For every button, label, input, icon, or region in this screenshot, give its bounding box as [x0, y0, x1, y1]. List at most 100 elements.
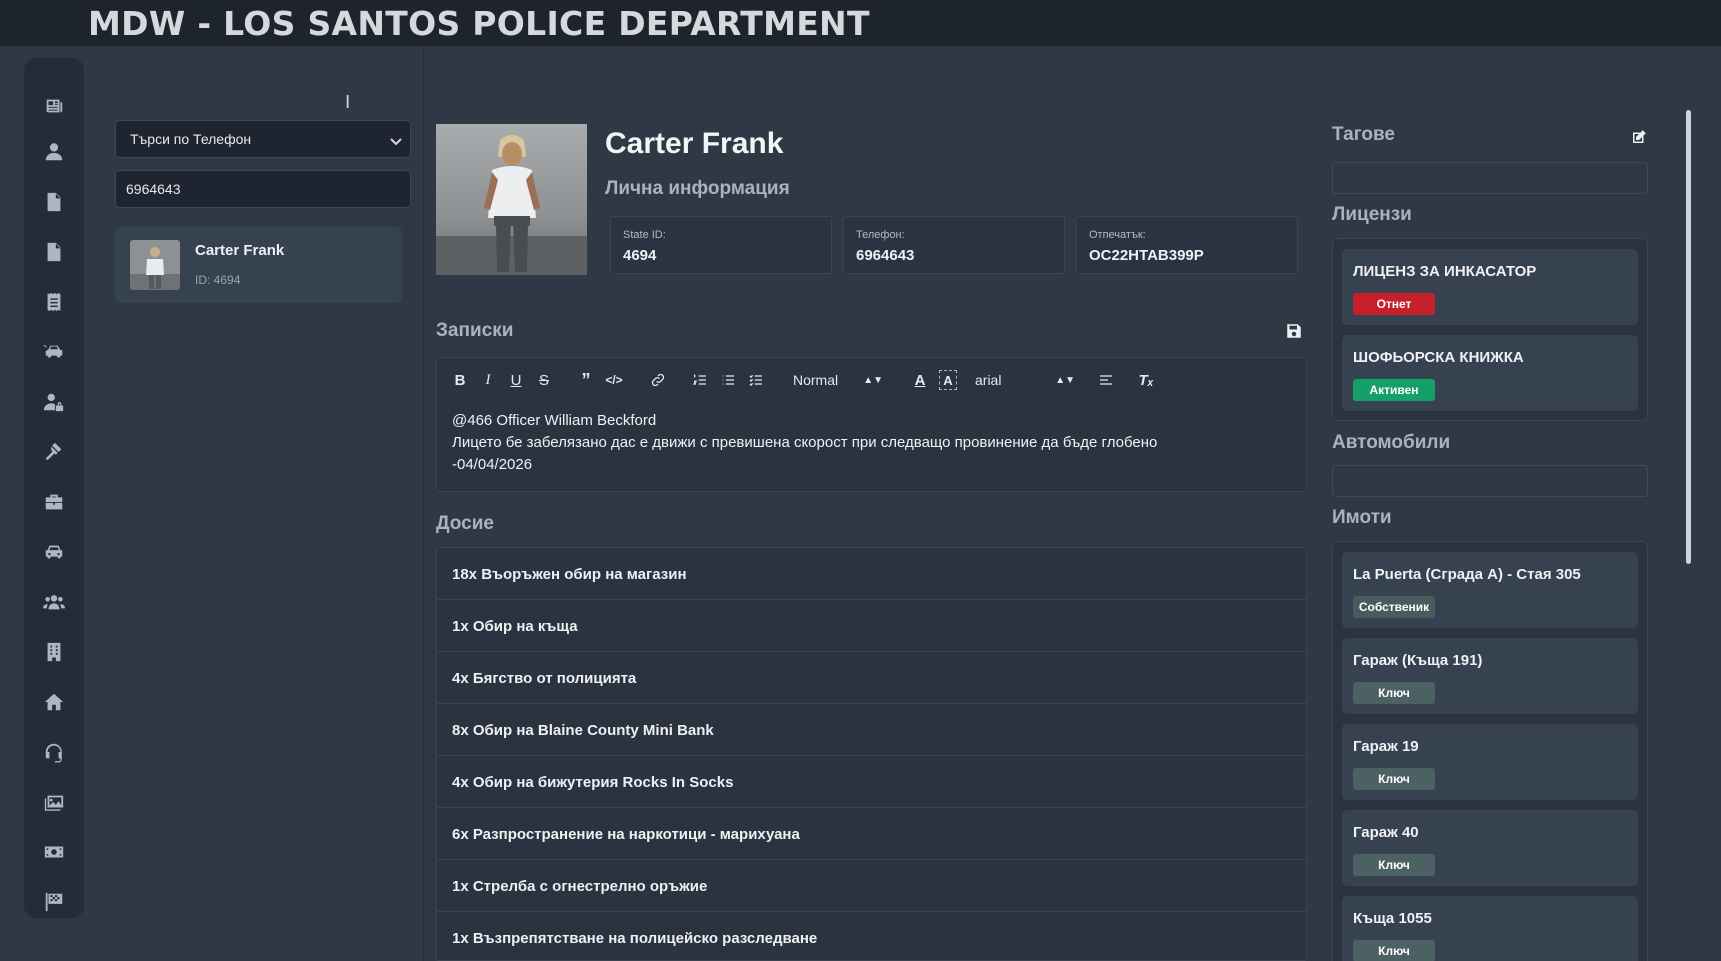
- dossier-item[interactable]: 8x Обир на Blaine County Mini Bank: [437, 704, 1306, 756]
- license-name: ЛИЦЕНЗ ЗА ИНКАСАТОР: [1353, 263, 1537, 280]
- file-alt-icon: [47, 242, 61, 262]
- profile-photo: [436, 124, 587, 275]
- vehicles-title: Автомобили: [1332, 432, 1451, 453]
- chevron-down-icon: [390, 134, 402, 146]
- nav-file-alt-icon[interactable]: [24, 232, 84, 272]
- top-bar: MDW - LOS SANTOS POLICE DEPARTMENT: [0, 0, 1721, 46]
- nav-user-lock-icon[interactable]: [24, 382, 84, 422]
- gavel-icon: [45, 442, 62, 461]
- underline-icon[interactable]: U: [507, 370, 525, 390]
- nav-newspaper-icon[interactable]: [24, 86, 84, 126]
- italic-icon[interactable]: I: [479, 370, 497, 390]
- dossier-item[interactable]: 1x Стрелба с огнестрелно оръжие: [437, 860, 1306, 912]
- nav-gavel-icon[interactable]: [24, 432, 84, 472]
- clear-format-icon[interactable]: Tₓ: [1137, 370, 1155, 390]
- property-badge: Собственик: [1353, 596, 1435, 618]
- license-card[interactable]: ЛИЦЕНЗ ЗА ИНКАСАТОР Отнет: [1342, 249, 1638, 325]
- building-icon: [47, 642, 61, 662]
- nav-money-icon[interactable]: [24, 832, 84, 872]
- nav-building-icon[interactable]: [24, 632, 84, 672]
- license-name: ШОФЬОРСКА КНИЖКА: [1353, 349, 1524, 366]
- nav-briefcase-icon[interactable]: [24, 482, 84, 522]
- search-result-item[interactable]: Carter Frank ID: 4694: [115, 227, 402, 303]
- nav-car-crash-icon[interactable]: [24, 332, 84, 372]
- dossier-title: Досие: [436, 513, 494, 534]
- result-avatar: [130, 240, 180, 290]
- images-icon: [44, 795, 64, 811]
- dossier-item[interactable]: 18x Въоръжен обир на магазин: [437, 548, 1306, 600]
- user-lock-icon: [43, 393, 64, 412]
- note-line: -04/04/2026: [452, 456, 533, 473]
- result-id: ID: 4694: [195, 273, 241, 287]
- property-card[interactable]: Къща 1055 Ключ: [1342, 896, 1638, 961]
- scrollbar[interactable]: [1686, 110, 1691, 564]
- info-phone: Телефон: 6964643: [843, 216, 1065, 274]
- money-icon: [44, 846, 64, 858]
- dossier-item[interactable]: 4x Обир на бижутерия Rocks In Socks: [437, 756, 1306, 808]
- code-icon[interactable]: </>: [605, 370, 623, 390]
- notes-content[interactable]: @466 Officer William Beckford Лицето бе …: [452, 410, 1157, 476]
- text-cursor-icon: I: [345, 92, 351, 113]
- dossier-item[interactable]: 6x Разпространение на наркотици - мариху…: [437, 808, 1306, 860]
- license-card[interactable]: ШОФЬОРСКА КНИЖКА Активен: [1342, 335, 1638, 411]
- save-icon[interactable]: [1285, 322, 1305, 342]
- nav-receipt-icon[interactable]: [24, 282, 84, 322]
- search-filter-select[interactable]: Търси по Телефон: [115, 120, 411, 158]
- strikethrough-icon[interactable]: S: [535, 370, 553, 390]
- nav-images-icon[interactable]: [24, 782, 84, 822]
- link-icon[interactable]: [649, 370, 667, 390]
- receipt-icon: [47, 292, 61, 312]
- property-card[interactable]: Гараж (Къща 191) Ключ: [1342, 638, 1638, 714]
- dossier-item[interactable]: 1x Обир на къща: [437, 600, 1306, 652]
- property-name: Гараж (Къща 191): [1353, 652, 1483, 669]
- license-status-badge: Отнет: [1353, 293, 1435, 315]
- nav-home-icon[interactable]: [24, 682, 84, 722]
- headset-icon: [45, 743, 62, 763]
- app-title: MDW - LOS SANTOS POLICE DEPARTMENT: [88, 4, 870, 43]
- nav-headset-icon[interactable]: [24, 732, 84, 772]
- vehicles-field[interactable]: [1332, 465, 1648, 497]
- property-name: Гараж 19: [1353, 738, 1419, 755]
- search-panel: Търси по Телефон 6964643 Carter Frank ID…: [88, 46, 424, 961]
- info-state-id: State ID: 4694: [610, 216, 832, 274]
- info-fingerprint: Отпечатък: OC22HTAB399P: [1076, 216, 1298, 274]
- background-color-icon[interactable]: A: [939, 370, 957, 390]
- ordered-list-icon[interactable]: [691, 370, 709, 390]
- text-color-icon[interactable]: A: [911, 370, 929, 390]
- font-family-value: arial: [975, 372, 1002, 388]
- sidebar-nav: [24, 58, 84, 918]
- briefcase-icon: [45, 494, 63, 510]
- updown-icon: ▲▼: [1055, 374, 1075, 386]
- license-status-badge: Активен: [1353, 379, 1435, 401]
- font-family-select[interactable]: arial ▲▼: [975, 370, 1075, 390]
- search-input[interactable]: 6964643: [115, 170, 411, 208]
- header-size-select[interactable]: Normal ▲▼: [793, 370, 883, 390]
- nav-file-icon[interactable]: [24, 182, 84, 222]
- tags-field[interactable]: [1332, 162, 1648, 194]
- nav-user-icon[interactable]: [24, 132, 84, 172]
- nav-users-icon[interactable]: [24, 582, 84, 622]
- property-card[interactable]: Гараж 40 Ключ: [1342, 810, 1638, 886]
- newspaper-icon: [46, 99, 63, 113]
- quote-icon[interactable]: ”: [577, 370, 595, 390]
- user-icon: [45, 143, 63, 161]
- property-badge: Ключ: [1353, 940, 1435, 961]
- dossier-item[interactable]: 4x Бягство от полицията: [437, 652, 1306, 704]
- property-badge: Ключ: [1353, 682, 1435, 704]
- note-line: @466 Officer William Beckford: [452, 412, 657, 429]
- licenses-title: Лицензи: [1332, 204, 1412, 225]
- profile-name: Carter Frank: [605, 127, 784, 160]
- checklist-icon[interactable]: [747, 370, 765, 390]
- dossier-item[interactable]: 1x Възпрепятстване на полицейско разслед…: [437, 912, 1306, 960]
- nav-car-icon[interactable]: [24, 532, 84, 572]
- notes-editor[interactable]: B I U S ” </> Normal ▲▼ A A arial ▲▼ Tₓ: [436, 357, 1307, 492]
- bullet-list-icon[interactable]: [719, 370, 737, 390]
- edit-icon[interactable]: [1630, 128, 1650, 148]
- align-icon[interactable]: [1097, 370, 1115, 390]
- bold-icon[interactable]: B: [451, 370, 469, 390]
- search-filter-label: Търси по Телефон: [130, 131, 252, 147]
- property-card[interactable]: La Puerta (Сграда A) - Стая 305 Собствен…: [1342, 552, 1638, 628]
- info-value: 6964643: [856, 247, 915, 264]
- nav-flag-checkered-icon[interactable]: [24, 882, 84, 922]
- property-card[interactable]: Гараж 19 Ключ: [1342, 724, 1638, 800]
